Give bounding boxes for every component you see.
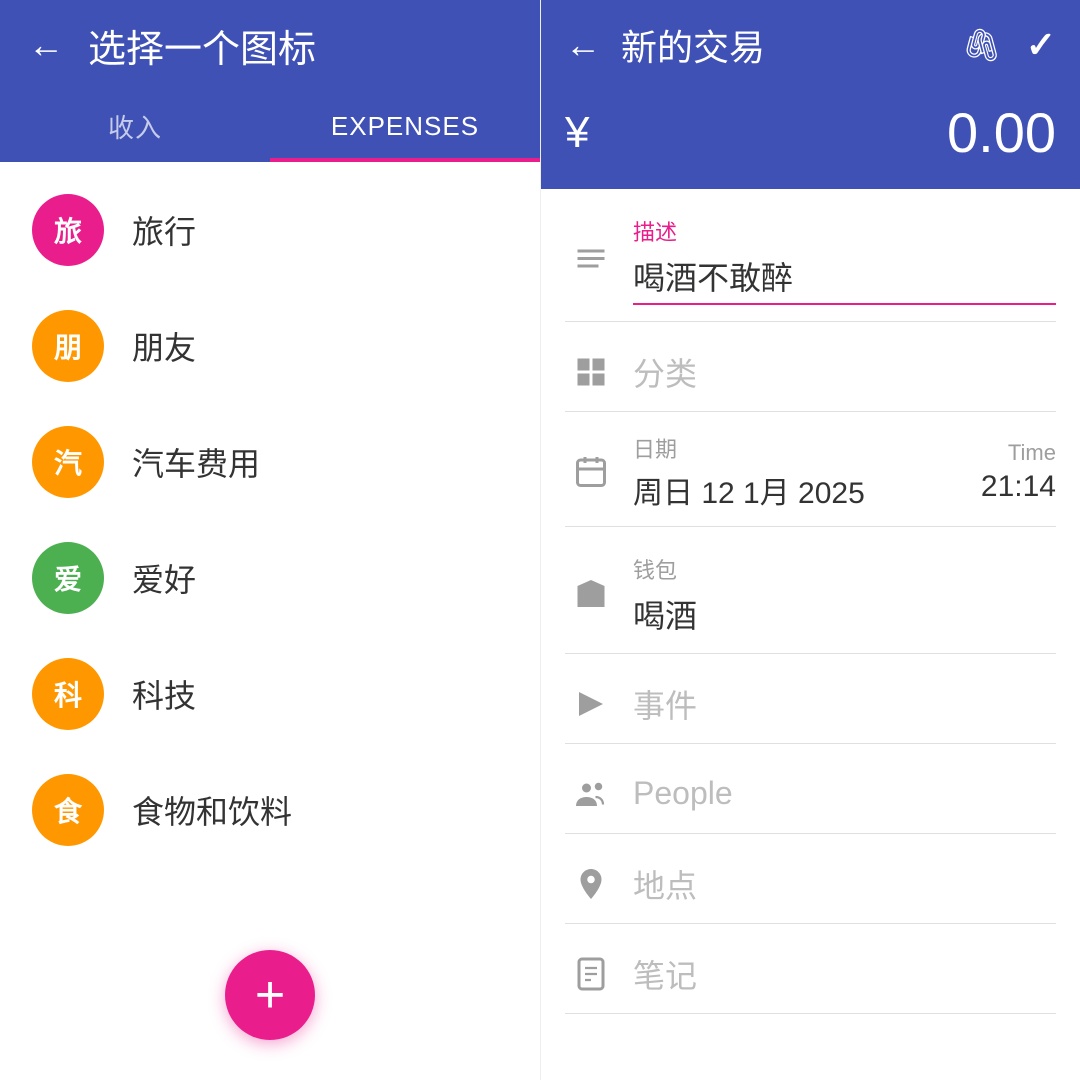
attach-icon[interactable]: 🖇 [961,26,1002,64]
right-panel: ← 新的交易 🖇 ✓ ¥ 0.00 描述 喝酒不敢醉 [540,0,1080,1080]
date-label: 日期 [633,432,981,464]
right-back-button[interactable]: ← [565,24,601,66]
fab-add-button[interactable]: + [225,950,315,1040]
time-block: Time 21:14 [981,440,1056,504]
time-value[interactable]: 21:14 [981,470,1056,504]
category-label-tech: 科技 [132,671,196,717]
confirm-icon[interactable]: ✓ [1026,24,1056,66]
category-list: 旅 旅行 朋 朋友 汽 汽车费用 爱 爱好 科 [0,162,540,1080]
right-header: ← 新的交易 🖇 ✓ [541,0,1080,90]
category-label-friends: 朋友 [132,323,196,369]
category-icon-car: 汽 [32,426,104,498]
category-icon-friends: 朋 [32,310,104,382]
left-back-button[interactable]: ← [28,24,64,66]
left-panel: ← 选择一个图标 收入 EXPENSES 旅 旅行 朋 朋友 汽 [0,0,540,1080]
category-label-car: 汽车费用 [132,439,260,485]
description-icon [565,242,617,278]
right-header-left: ← 新的交易 [565,19,765,71]
category-label-food: 食物和饮料 [132,787,292,833]
amount-value[interactable]: 0.00 [947,100,1056,165]
category-label-travel: 旅行 [132,207,196,253]
people-icon [565,776,617,812]
category-icon-food: 食 [32,774,104,846]
description-label: 描述 [633,215,1056,247]
right-header-icons: 🖇 ✓ [961,24,1056,66]
wallet-row[interactable]: 钱包 喝酒 [565,527,1056,654]
category-icon-tech: 科 [32,658,104,730]
category-item-tech[interactable]: 科 科技 [0,636,540,752]
people-value[interactable]: People [633,775,1056,812]
event-value[interactable]: 事件 [633,681,1056,727]
note-icon [565,956,617,992]
time-label: Time [1008,440,1056,466]
description-content: 描述 喝酒不敢醉 [633,215,1056,305]
left-title: 选择一个图标 [88,18,316,73]
category-item-hobby[interactable]: 爱 爱好 [0,520,540,636]
wallet-value[interactable]: 喝酒 [633,591,1056,637]
location-row[interactable]: 地点 [565,834,1056,924]
people-content: People [633,775,1056,812]
wallet-label: 钱包 [633,553,1056,585]
category-content: 分类 [633,349,1056,395]
description-value[interactable]: 喝酒不敢醉 [633,253,1056,305]
category-label-hobby: 爱好 [132,555,196,601]
date-icon [565,454,617,490]
category-item-food[interactable]: 食 食物和饮料 [0,752,540,868]
category-item-travel[interactable]: 旅 旅行 [0,172,540,288]
people-row[interactable]: People [565,744,1056,834]
category-value[interactable]: 分类 [633,349,1056,395]
category-item-car[interactable]: 汽 汽车费用 [0,404,540,520]
category-icon-field [565,354,617,390]
location-value[interactable]: 地点 [633,861,1056,907]
category-icon-hobby: 爱 [32,542,104,614]
date-value[interactable]: 周日 12 1月 2025 [633,468,981,512]
event-content: 事件 [633,681,1056,727]
note-content: 笔记 [633,951,1056,997]
location-content: 地点 [633,861,1056,907]
currency-symbol: ¥ [565,108,589,158]
location-icon [565,866,617,902]
right-form: 描述 喝酒不敢醉 分类 日期 周日 12 1月 2025 [541,189,1080,1080]
wallet-content: 钱包 喝酒 [633,553,1056,637]
left-header: ← 选择一个图标 [0,0,540,90]
amount-bar: ¥ 0.00 [541,90,1080,189]
category-item-friends[interactable]: 朋 朋友 [0,288,540,404]
description-row[interactable]: 描述 喝酒不敢醉 [565,189,1056,322]
tab-expenses[interactable]: EXPENSES [270,90,540,162]
wallet-icon [565,577,617,613]
note-value[interactable]: 笔记 [633,951,1056,997]
date-row[interactable]: 日期 周日 12 1月 2025 Time 21:14 [565,412,1056,527]
event-row[interactable]: 事件 [565,654,1056,744]
event-icon [565,686,617,722]
note-row[interactable]: 笔记 [565,924,1056,1014]
category-icon-travel: 旅 [32,194,104,266]
date-content: 日期 周日 12 1月 2025 [633,432,981,512]
category-row[interactable]: 分类 [565,322,1056,412]
right-title: 新的交易 [621,19,765,71]
left-tabs: 收入 EXPENSES [0,90,540,162]
tab-income[interactable]: 收入 [0,90,270,162]
